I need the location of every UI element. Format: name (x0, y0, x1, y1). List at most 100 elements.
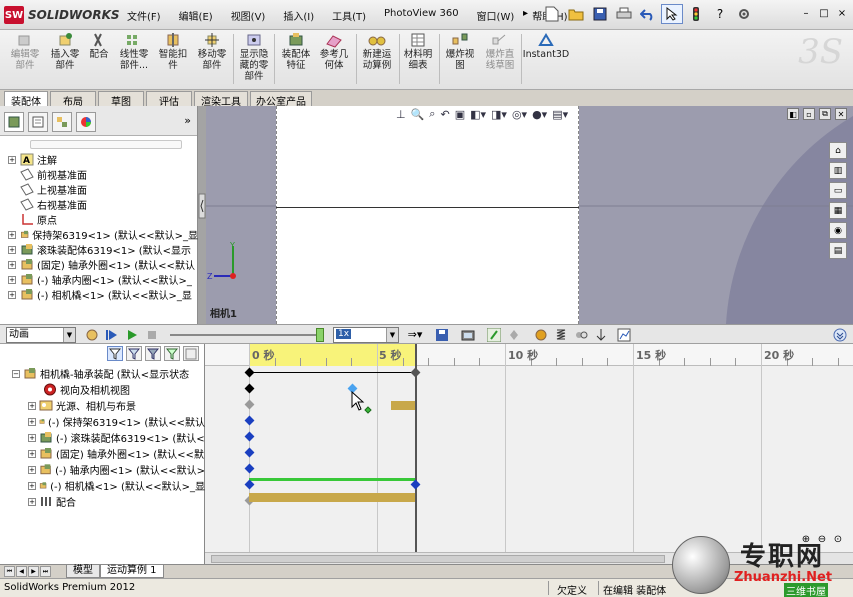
key-point[interactable] (244, 447, 255, 458)
property-manager-tab-icon[interactable] (28, 112, 48, 132)
study-type-select[interactable]: 动画 ▼ (6, 327, 76, 343)
motion-tree-inner-ring[interactable]: + (-) 轴承内圈<1> (默认<<默认> (0, 462, 205, 477)
exploded-view-button[interactable]: 爆炸视 图 (441, 32, 479, 71)
tree-item-annotations[interactable]: + A 注解 (0, 152, 198, 167)
select-icon[interactable] (661, 4, 683, 24)
open-icon[interactable] (565, 4, 587, 24)
move-component-button[interactable]: 移动零 部件 (194, 32, 230, 71)
key-point[interactable] (244, 479, 255, 490)
linear-pattern-button[interactable]: 线性零 部件... (114, 32, 154, 71)
show-hidden-components-button[interactable]: 显示隐 藏的零 部件 (236, 32, 272, 82)
rebuild-icon[interactable] (685, 4, 707, 24)
previous-tab-icon[interactable]: ◀ (16, 566, 27, 577)
tree-item-origin[interactable]: 原点 (0, 212, 198, 227)
motor-icon[interactable] (533, 328, 549, 342)
panel-splitter[interactable] (198, 106, 206, 324)
instant3d-button[interactable]: Instant3D (522, 32, 570, 60)
playback-mode-icon[interactable]: ⇒▾ (405, 328, 425, 342)
view-origin-icon[interactable]: ⊥ (396, 108, 406, 121)
animation-wizard-icon[interactable] (460, 328, 476, 342)
scroll-thumb[interactable] (211, 555, 665, 563)
expand-toggle[interactable]: + (8, 260, 16, 269)
design-library-icon[interactable]: ▥ (829, 162, 847, 179)
undo-icon[interactable] (637, 4, 659, 24)
hide-show-items-icon[interactable]: ◎▾ (512, 108, 527, 121)
file-explorer-icon[interactable]: ▭ (829, 182, 847, 199)
custom-properties-icon[interactable]: ▤ (829, 242, 847, 259)
tab-assembly[interactable]: 装配体 (4, 91, 48, 108)
filter-results-icon[interactable] (183, 346, 199, 361)
motion-tree-ball-assembly[interactable]: + (-) 滚珠装配体6319<1> (默认< (0, 430, 205, 445)
assembly-features-button[interactable]: 装配体 特征 (278, 32, 314, 71)
expand-toggle[interactable]: + (28, 497, 36, 506)
tab-evaluate[interactable]: 评估 (146, 91, 192, 108)
contact-icon[interactable] (573, 328, 589, 342)
expand-panel-icon[interactable]: » (184, 114, 191, 127)
last-tab-icon[interactable]: ⏭ (40, 566, 51, 577)
tab-sketch[interactable]: 草图 (98, 91, 144, 108)
camera-sled-motion-track[interactable] (249, 478, 415, 481)
chevron-down-icon[interactable]: ▼ (386, 328, 398, 342)
viewport-restore-icon[interactable]: ⧉ (819, 108, 831, 120)
reference-geometry-button[interactable]: 参考几 何体 (316, 32, 352, 71)
next-tab-icon[interactable]: ▶ (28, 566, 39, 577)
motion-tree-camera-sled[interactable]: + (-) 相机橇<1> (默认<<默认>_显 (0, 478, 205, 493)
menu-view[interactable]: 视图(V) (222, 8, 275, 23)
key-point[interactable] (244, 415, 255, 426)
play-icon[interactable] (124, 328, 140, 342)
tab-render-tools[interactable]: 渲染工具 (194, 91, 248, 108)
new-motion-study-button[interactable]: 新建运 动算例 (358, 32, 396, 71)
tab-model[interactable]: 模型 (66, 565, 100, 578)
tab-office-products[interactable]: 办公室产品 (250, 91, 312, 108)
motion-tree-cage[interactable]: + (-) 保持架6319<1> (默认<<默认 (0, 414, 205, 429)
tab-layout[interactable]: 布局 (50, 91, 96, 108)
autokey-icon[interactable] (486, 327, 502, 343)
view-orientation-icon[interactable]: ◧▾ (470, 108, 486, 121)
gravity-icon[interactable] (593, 328, 609, 342)
viewport-close-icon[interactable]: ✕ (835, 108, 847, 120)
view-palette-icon[interactable]: ▦ (829, 202, 847, 219)
filter-driving-icon[interactable] (145, 346, 161, 361)
spring-icon[interactable] (553, 328, 569, 342)
filter-animated-icon[interactable] (126, 346, 142, 361)
menu-edit[interactable]: 编辑(E) (170, 8, 222, 23)
edit-appearance-icon[interactable]: ●▾ (532, 108, 547, 121)
motion-tree-outer-ring[interactable]: + (固定) 轴承外圈<1> (默认<<默 (0, 446, 205, 461)
menu-file[interactable]: 文件(F) (118, 8, 170, 23)
expand-toggle[interactable]: − (12, 369, 20, 378)
mates-change-bar[interactable] (249, 493, 415, 502)
key-point[interactable] (244, 431, 255, 442)
smart-fasteners-button[interactable]: 智能扣 件 (156, 32, 190, 71)
motion-tree-root[interactable]: − 相机橇-轴承装配 (默认<显示状态 (0, 366, 205, 381)
key-point[interactable] (244, 383, 255, 394)
tab-motion-study-1[interactable]: 运动算例 1 (100, 565, 164, 578)
results-and-plots-icon[interactable] (616, 328, 632, 342)
zoom-to-area-icon[interactable]: ⌕ (429, 107, 435, 121)
configuration-manager-tab-icon[interactable] (52, 112, 72, 132)
motion-tree-orientation[interactable]: 视向及相机视图 (0, 382, 205, 397)
bill-of-materials-button[interactable]: 材料明 细表 (400, 32, 436, 71)
solidworks-resources-icon[interactable]: ⌂ (829, 142, 847, 159)
tree-item-front-plane[interactable]: 前视基准面 (0, 167, 198, 182)
key-point[interactable] (244, 367, 255, 378)
playback-slider-track[interactable] (170, 334, 322, 336)
save-animation-icon[interactable] (434, 328, 450, 342)
display-manager-tab-icon[interactable] (76, 112, 96, 132)
menu-pin-arrow-icon[interactable]: ▸ (523, 8, 528, 19)
graphics-area[interactable]: ⊥ 🔍 ⌕ ↶ ▣ ◧▾ ◨▾ ◎▾ ●▾ ▤▾ ◧ ▫ ⧉ ✕ Y Z 相机1 (206, 106, 853, 324)
filter-selected-icon[interactable] (164, 346, 180, 361)
menu-tools[interactable]: 工具(T) (323, 8, 375, 23)
motion-tree-mates[interactable]: + 配合 (0, 494, 205, 509)
expand-toggle[interactable]: + (8, 290, 16, 299)
expand-toggle[interactable]: + (8, 230, 16, 239)
first-tab-icon[interactable]: ⏮ (4, 566, 15, 577)
insert-component-button[interactable]: 插入零 部件 (46, 32, 84, 71)
expand-toggle[interactable]: + (28, 481, 36, 490)
chevron-down-icon[interactable]: ▼ (63, 328, 75, 342)
expand-toggle[interactable]: + (28, 401, 36, 410)
apply-scene-icon[interactable]: ▤▾ (552, 108, 568, 121)
feature-filter-box[interactable] (30, 140, 182, 149)
expand-toggle[interactable]: + (8, 275, 16, 284)
playback-speed-select[interactable]: 1x ▼ (333, 327, 399, 343)
calculate-icon[interactable] (84, 328, 100, 342)
